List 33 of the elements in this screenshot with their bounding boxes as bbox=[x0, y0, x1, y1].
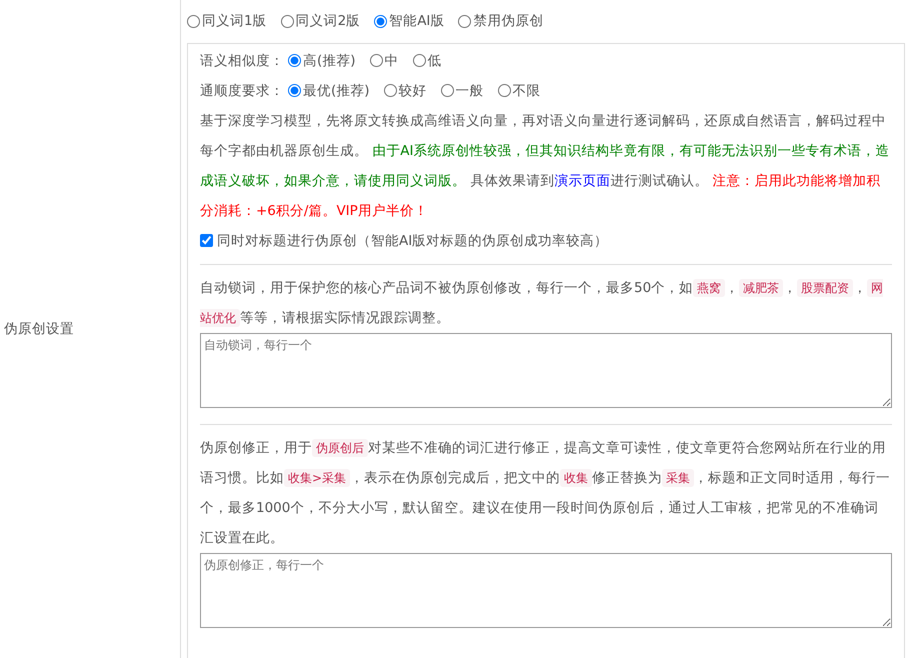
title-checkbox[interactable] bbox=[200, 234, 213, 247]
setting-label: 伪原创设置 bbox=[4, 320, 74, 339]
radio-button[interactable] bbox=[458, 14, 472, 28]
radio-option[interactable]: 同义词2版 bbox=[280, 6, 360, 36]
title-option[interactable]: 同时对标题进行伪原创（智能AI版对标题的伪原创成功率较高） bbox=[200, 226, 608, 256]
corrections-description: 伪原创修正，用于 伪原创后 对某些不准确的词汇进行修正，提高文章可读性，使文章更符合您网站所在行业的用语习惯。比如 收集>采集 ，表示在伪原创完成后，把文中的 收集 修正替换为 采集 ，标题和正文同时适用，每行一个，最多1000个，不分大小写，默认留空。建议在使用一段时间伪原创后，通过人工审核，把常见的不准确词汇设置在此。 bbox=[200, 438, 892, 548]
radio-option[interactable]: 不限 bbox=[498, 76, 541, 106]
radio-option[interactable]: 禁用伪原创 bbox=[458, 6, 544, 36]
radio-option[interactable]: 最优(推荐) bbox=[288, 76, 370, 106]
radio-button[interactable] bbox=[384, 84, 397, 97]
radio-option[interactable]: 一般 bbox=[440, 76, 484, 106]
radio-button[interactable] bbox=[374, 14, 388, 28]
lock-words-description: 自动锁词，用于保护您的核心产品词不被伪原创修改，每行一个，最多50个，如 燕窝 ， 减肥茶 ， 股票配资 ， 网站优化 等等，请根据实际情况跟踪调整。 bbox=[200, 278, 884, 328]
radio-button[interactable] bbox=[187, 14, 200, 28]
radio-button[interactable] bbox=[288, 54, 301, 67]
radio-button[interactable] bbox=[288, 84, 301, 97]
radio-option[interactable]: 高(推荐) bbox=[288, 46, 356, 76]
lock-words-field[interactable]: 自动锁词，每行一个 bbox=[200, 332, 892, 408]
demo-page-link[interactable]: 演示页面 bbox=[554, 172, 610, 188]
radio-button[interactable] bbox=[498, 84, 511, 97]
radio-option[interactable]: 低 bbox=[412, 46, 442, 76]
radio-button[interactable] bbox=[440, 84, 454, 97]
radio-option[interactable]: 同义词1版 bbox=[187, 6, 267, 36]
field-label: 语义相似度： bbox=[200, 52, 284, 70]
ai-description: 基于深度学习模型，先将原文转换成高维语义向量，再对语义向量进行逐词解码，还原成自然语言，解码过程中每个字都由机器原创生成。 由于AI系统原创性较强，但其知识结构毕竟有限，有可能无法识别一些专有术语，造成语义破坏，如果介意，请使用同义词版。 具体效果请到演示页面进行测试确认。 注意：启用此功能将增加积分消耗：+6积分/篇。VIP用户半价！ bbox=[200, 112, 891, 220]
radio-button[interactable] bbox=[280, 14, 294, 28]
radio-option[interactable]: 智能AI版 bbox=[374, 6, 444, 36]
radio-option[interactable]: 中 bbox=[370, 46, 399, 76]
radio-button[interactable] bbox=[412, 54, 426, 67]
field-label: 通顺度要求： bbox=[200, 82, 284, 100]
radio-button[interactable] bbox=[370, 54, 383, 67]
radio-option[interactable]: 较好 bbox=[384, 76, 427, 106]
corrections-field[interactable]: 伪原创修正，每行一个 bbox=[200, 552, 892, 628]
